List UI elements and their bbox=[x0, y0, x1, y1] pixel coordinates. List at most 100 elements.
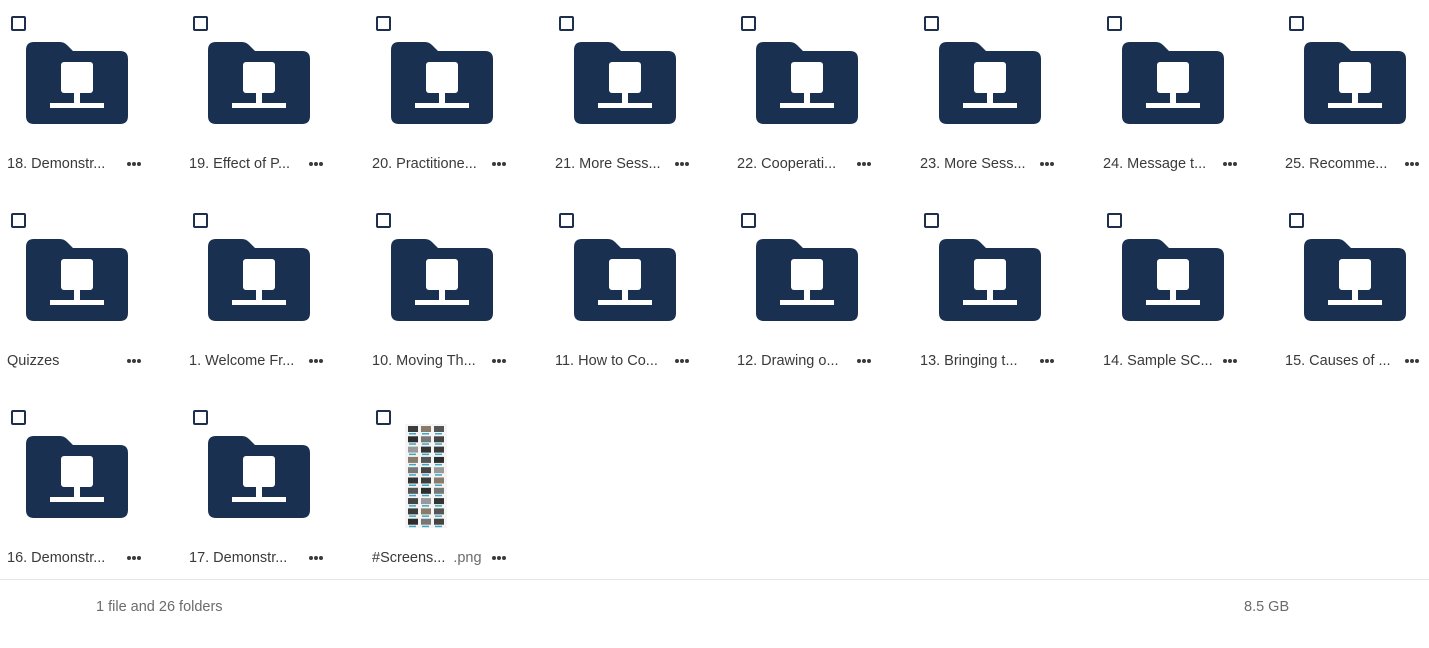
select-checkbox[interactable] bbox=[741, 213, 756, 228]
folder-tile[interactable]: 14. Sample SC... bbox=[1096, 197, 1278, 394]
folder-tile[interactable]: 23. More Sess... bbox=[913, 0, 1095, 197]
item-name-base: 1. Welcome Fr... bbox=[189, 353, 295, 369]
item-name[interactable]: 10. Moving Th... bbox=[372, 352, 484, 370]
folder-tile[interactable]: Quizzes bbox=[0, 197, 182, 394]
folder-tile[interactable]: 15. Causes of ... bbox=[1278, 197, 1429, 394]
item-name-base: 22. Cooperati... bbox=[737, 156, 837, 172]
more-actions-icon[interactable] bbox=[301, 352, 331, 370]
folder-tile[interactable]: 1. Welcome Fr... bbox=[182, 197, 364, 394]
network-folder-icon[interactable] bbox=[208, 239, 310, 321]
item-name[interactable]: 13. Bringing t... bbox=[920, 352, 1032, 370]
select-checkbox[interactable] bbox=[559, 16, 574, 31]
network-folder-icon[interactable] bbox=[574, 239, 676, 321]
network-folder-icon[interactable] bbox=[391, 239, 493, 321]
folder-tile[interactable]: 17. Demonstr... bbox=[182, 394, 364, 591]
select-checkbox[interactable] bbox=[376, 213, 391, 228]
select-checkbox[interactable] bbox=[193, 410, 208, 425]
more-actions-icon[interactable] bbox=[1032, 352, 1062, 370]
more-actions-icon[interactable] bbox=[1397, 352, 1427, 370]
item-name[interactable]: 14. Sample SC... bbox=[1103, 352, 1215, 370]
item-name[interactable]: 11. How to Co... bbox=[555, 352, 667, 370]
image-thumbnail-icon[interactable] bbox=[405, 424, 447, 528]
more-actions-icon[interactable] bbox=[667, 352, 697, 370]
network-folder-icon[interactable] bbox=[26, 436, 128, 518]
select-checkbox[interactable] bbox=[11, 213, 26, 228]
item-name[interactable]: 19. Effect of P... bbox=[189, 155, 301, 173]
item-name[interactable]: 16. Demonstr... bbox=[7, 549, 119, 567]
select-checkbox[interactable] bbox=[924, 16, 939, 31]
select-checkbox[interactable] bbox=[193, 16, 208, 31]
folder-tile[interactable]: 16. Demonstr... bbox=[0, 394, 182, 591]
item-name-base: #Screens... bbox=[372, 550, 446, 566]
more-actions-icon[interactable] bbox=[119, 549, 149, 567]
network-folder-icon[interactable] bbox=[756, 239, 858, 321]
files-summary-size: 8.5 GB bbox=[1244, 599, 1290, 615]
item-name[interactable]: #Screens... .png bbox=[372, 549, 484, 567]
more-actions-icon[interactable] bbox=[484, 549, 514, 567]
network-folder-icon[interactable] bbox=[574, 42, 676, 124]
more-actions-icon[interactable] bbox=[119, 352, 149, 370]
more-actions-icon[interactable] bbox=[1397, 155, 1427, 173]
select-checkbox[interactable] bbox=[376, 16, 391, 31]
select-checkbox[interactable] bbox=[1107, 213, 1122, 228]
more-actions-icon[interactable] bbox=[301, 155, 331, 173]
more-actions-icon[interactable] bbox=[1215, 155, 1245, 173]
network-folder-icon[interactable] bbox=[1122, 239, 1224, 321]
network-folder-icon[interactable] bbox=[939, 239, 1041, 321]
select-checkbox[interactable] bbox=[559, 213, 574, 228]
folder-tile[interactable]: 21. More Sess... bbox=[548, 0, 730, 197]
select-checkbox[interactable] bbox=[924, 213, 939, 228]
item-name[interactable]: 15. Causes of ... bbox=[1285, 352, 1397, 370]
item-name[interactable]: 21. More Sess... bbox=[555, 155, 667, 173]
select-checkbox[interactable] bbox=[11, 16, 26, 31]
select-checkbox[interactable] bbox=[1107, 16, 1122, 31]
item-name[interactable]: 18. Demonstr... bbox=[7, 155, 119, 173]
more-actions-icon[interactable] bbox=[484, 155, 514, 173]
item-name[interactable]: Quizzes bbox=[7, 352, 119, 370]
network-folder-icon[interactable] bbox=[1304, 42, 1406, 124]
more-actions-icon[interactable] bbox=[484, 352, 514, 370]
select-checkbox[interactable] bbox=[1289, 213, 1304, 228]
item-name[interactable]: 25. Recomme... bbox=[1285, 155, 1397, 173]
more-actions-icon[interactable] bbox=[1215, 352, 1245, 370]
folder-tile[interactable]: 13. Bringing t... bbox=[913, 197, 1095, 394]
select-checkbox[interactable] bbox=[376, 410, 391, 425]
folder-tile[interactable]: 12. Drawing o... bbox=[730, 197, 912, 394]
network-folder-icon[interactable] bbox=[26, 42, 128, 124]
folder-tile[interactable]: 11. How to Co... bbox=[548, 197, 730, 394]
network-folder-icon[interactable] bbox=[208, 436, 310, 518]
select-checkbox[interactable] bbox=[741, 16, 756, 31]
item-name[interactable]: 12. Drawing o... bbox=[737, 352, 849, 370]
folder-tile[interactable]: 25. Recomme... bbox=[1278, 0, 1429, 197]
folder-tile[interactable]: 19. Effect of P... bbox=[182, 0, 364, 197]
more-actions-icon[interactable] bbox=[849, 352, 879, 370]
folder-tile[interactable]: 24. Message t... bbox=[1096, 0, 1278, 197]
folder-tile[interactable]: 10. Moving Th... bbox=[365, 197, 547, 394]
select-checkbox[interactable] bbox=[11, 410, 26, 425]
more-actions-icon[interactable] bbox=[119, 155, 149, 173]
network-folder-icon[interactable] bbox=[208, 42, 310, 124]
item-name[interactable]: 17. Demonstr... bbox=[189, 549, 301, 567]
more-actions-icon[interactable] bbox=[1032, 155, 1062, 173]
folder-tile[interactable]: 20. Practitione... bbox=[365, 0, 547, 197]
network-folder-icon[interactable] bbox=[391, 42, 493, 124]
network-folder-icon[interactable] bbox=[26, 239, 128, 321]
more-actions-icon[interactable] bbox=[301, 549, 331, 567]
item-name[interactable]: 24. Message t... bbox=[1103, 155, 1215, 173]
network-folder-icon[interactable] bbox=[1122, 42, 1224, 124]
item-name[interactable]: 22. Cooperati... bbox=[737, 155, 849, 173]
folder-tile[interactable]: 22. Cooperati... bbox=[730, 0, 912, 197]
network-folder-icon[interactable] bbox=[939, 42, 1041, 124]
network-folder-icon[interactable] bbox=[1304, 239, 1406, 321]
more-actions-icon[interactable] bbox=[849, 155, 879, 173]
select-checkbox[interactable] bbox=[193, 213, 208, 228]
more-actions-icon[interactable] bbox=[667, 155, 697, 173]
folder-tile[interactable]: 18. Demonstr... bbox=[0, 0, 182, 197]
files-summary-footer: 1 file and 26 folders 8.5 GB bbox=[0, 579, 1429, 648]
item-name[interactable]: 23. More Sess... bbox=[920, 155, 1032, 173]
file-tile[interactable]: #Screens... .png bbox=[365, 394, 547, 591]
item-name[interactable]: 20. Practitione... bbox=[372, 155, 484, 173]
select-checkbox[interactable] bbox=[1289, 16, 1304, 31]
network-folder-icon[interactable] bbox=[756, 42, 858, 124]
item-name[interactable]: 1. Welcome Fr... bbox=[189, 352, 301, 370]
